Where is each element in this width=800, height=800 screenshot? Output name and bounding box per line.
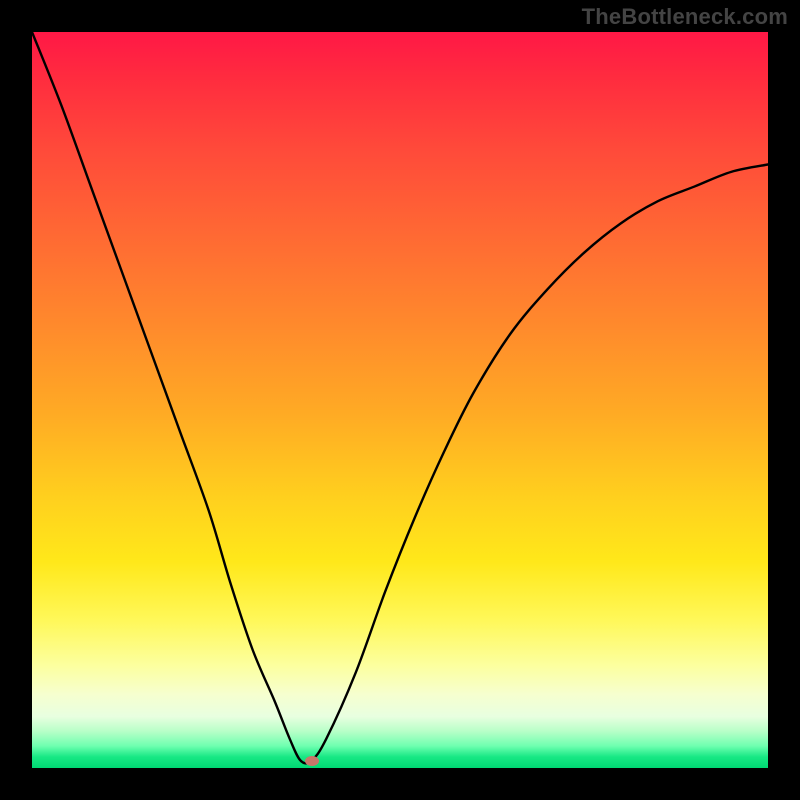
curve-svg bbox=[32, 32, 768, 768]
watermark-label: TheBottleneck.com bbox=[582, 4, 788, 30]
chart-frame: TheBottleneck.com bbox=[0, 0, 800, 800]
plot-area bbox=[32, 32, 768, 768]
bottleneck-curve bbox=[32, 32, 768, 763]
optimal-point-marker bbox=[305, 756, 319, 766]
